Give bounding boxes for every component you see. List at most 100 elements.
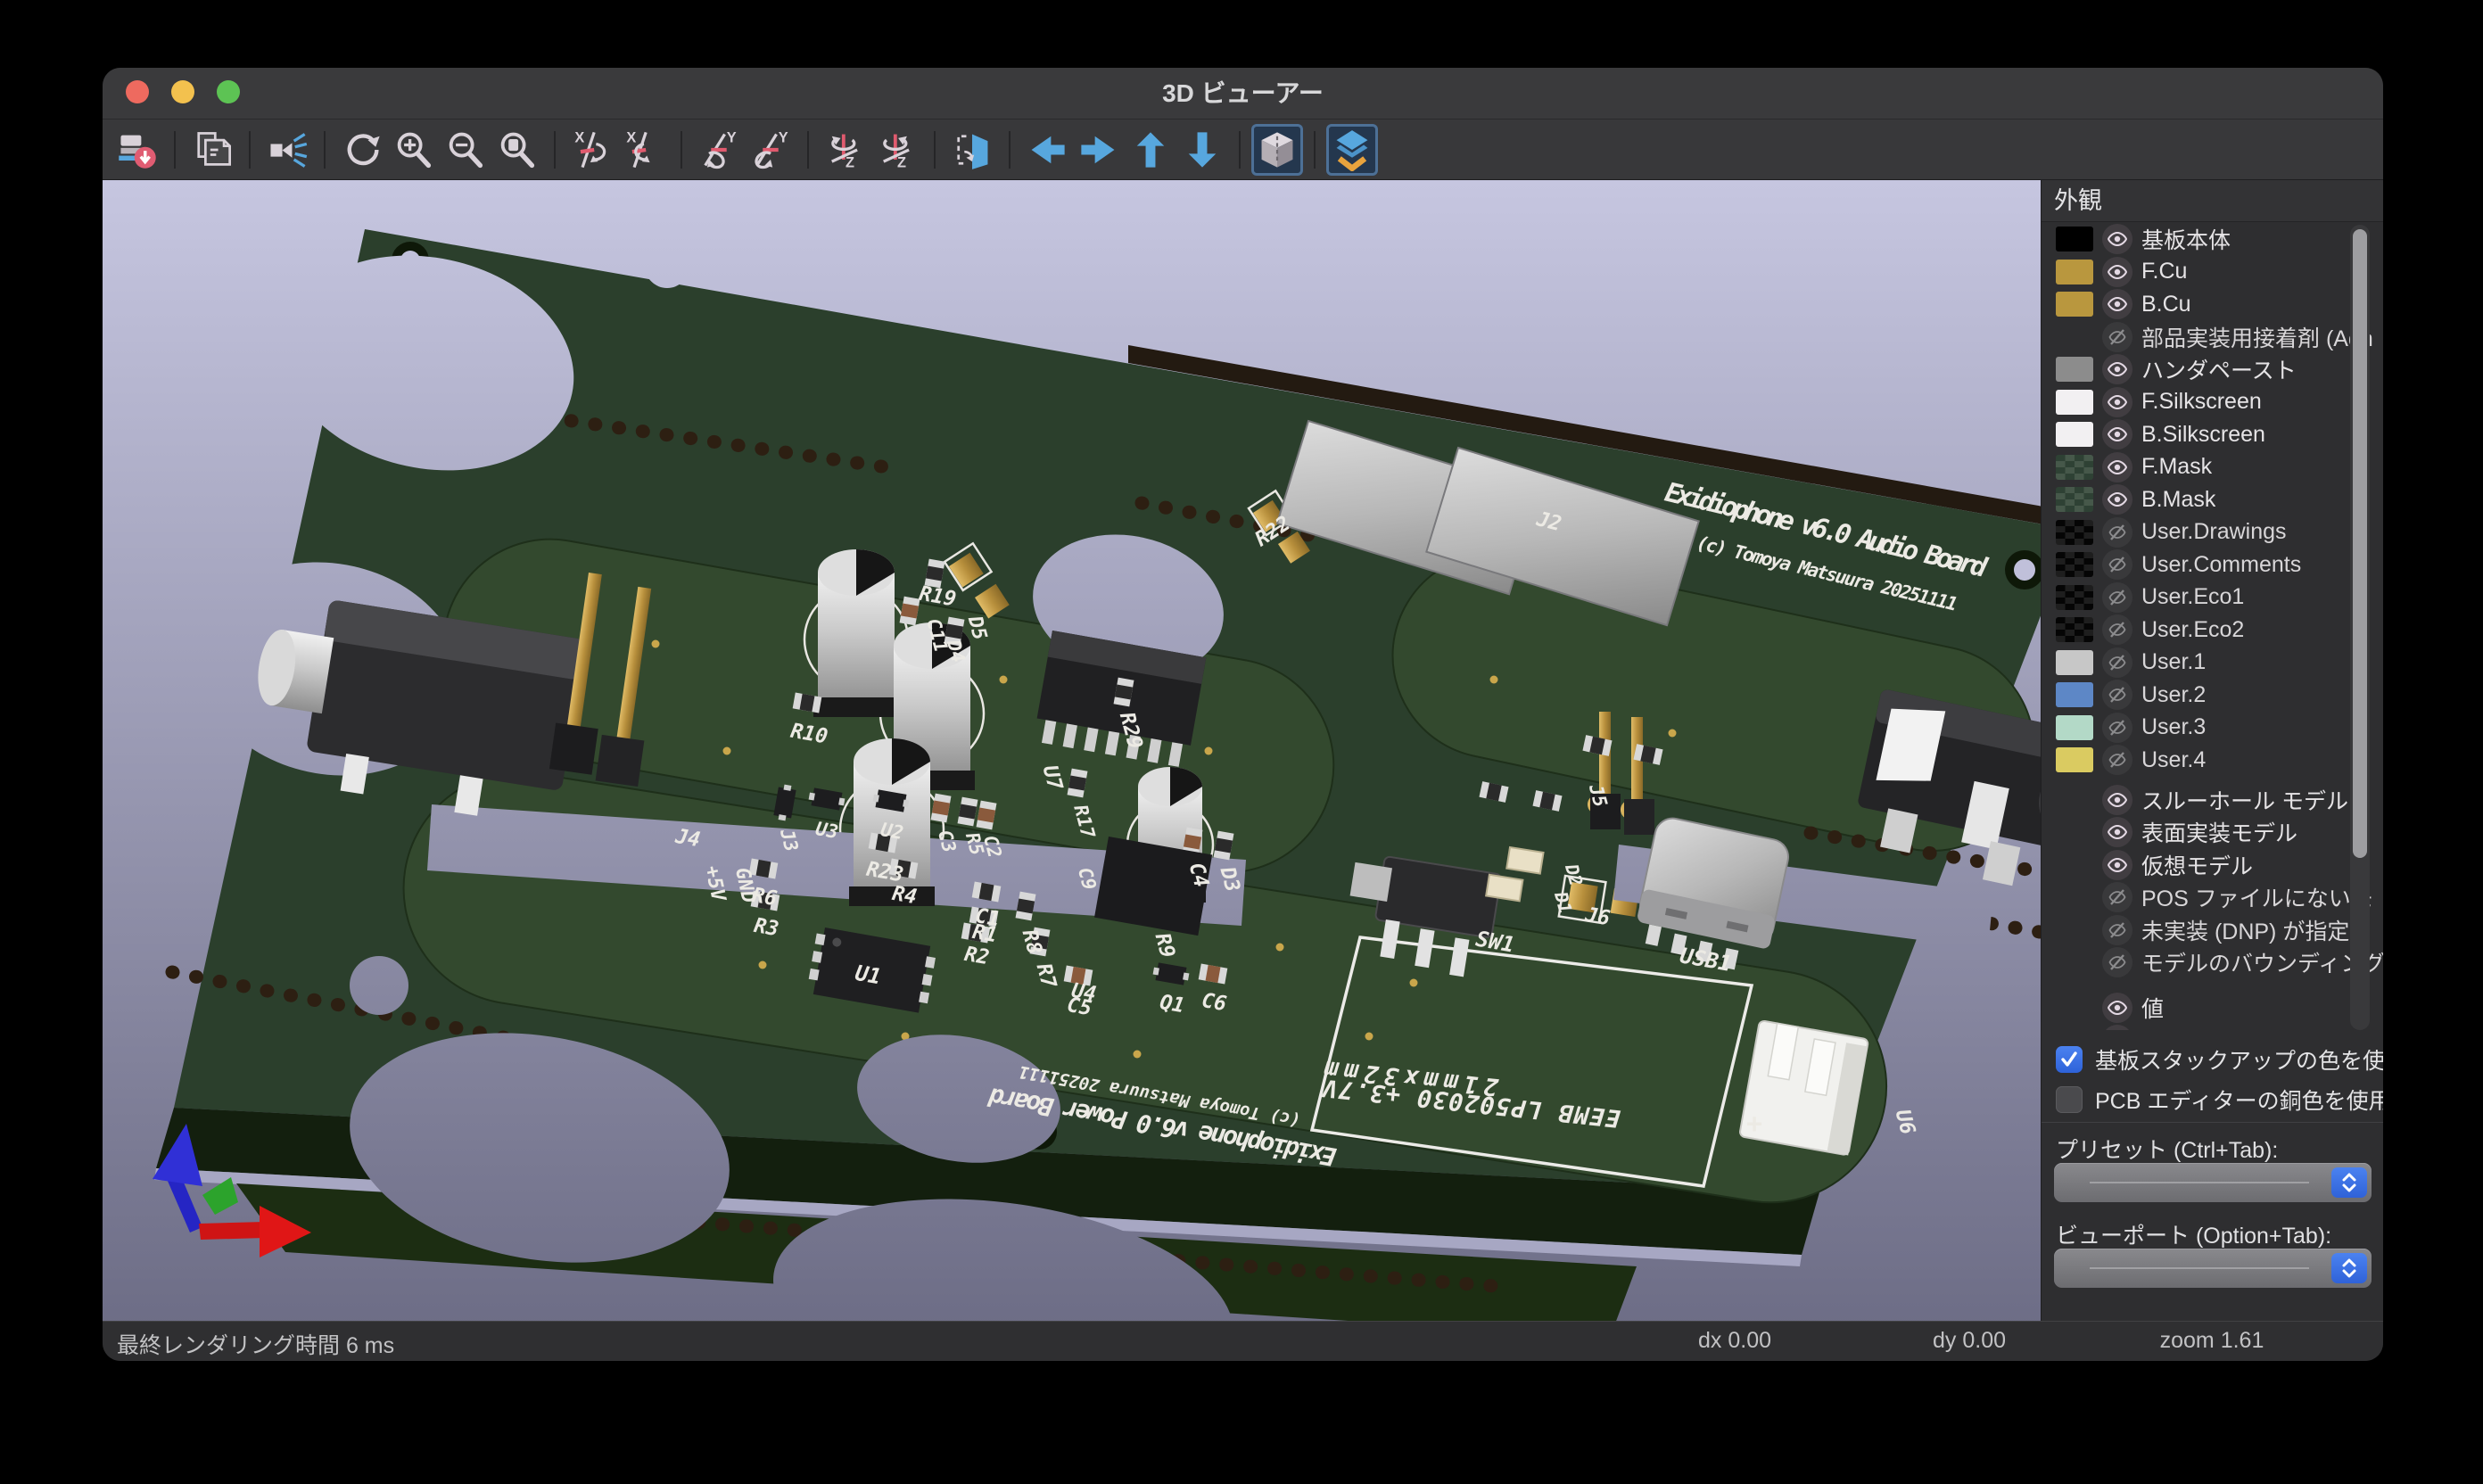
visibility-eye-icon[interactable] <box>2102 452 2132 482</box>
visibility-eye-icon[interactable] <box>2102 354 2132 384</box>
visibility-eye-off-icon[interactable] <box>2102 713 2132 743</box>
rotate-x-cw-button[interactable]: X <box>618 124 670 176</box>
title-bar: 3D ビューアー <box>103 68 2383 120</box>
layer-color-swatch[interactable] <box>2056 292 2093 317</box>
visibility-eye-off-icon[interactable] <box>2102 322 2132 352</box>
preset-select[interactable] <box>2054 1163 2372 1202</box>
silkscreen-text: R3 <box>752 914 780 941</box>
layer-color-swatch[interactable] <box>2056 422 2093 447</box>
rotate-z-ccw-button[interactable]: Z <box>820 124 871 176</box>
layer-row: F.Mask <box>2042 451 2383 484</box>
visibility-eye-icon[interactable] <box>2102 289 2132 319</box>
visibility-eye-icon[interactable] <box>2102 387 2132 417</box>
visibility-eye-off-icon[interactable] <box>2102 517 2132 548</box>
via <box>1000 676 1008 684</box>
raytracing-render-button[interactable] <box>261 124 313 176</box>
layer-label: User.Drawings <box>2141 519 2287 545</box>
layer-color-swatch[interactable] <box>2056 715 2093 740</box>
layer-label: 部品実装用接着剤 (Adh <box>2141 321 2373 353</box>
dy-status: dy 0.00 <box>1933 1328 2006 1354</box>
viewport-select-stepper-icon[interactable] <box>2331 1253 2367 1283</box>
toolbar-separator <box>934 131 936 169</box>
via <box>723 747 731 755</box>
visibility-eye-icon[interactable] <box>2102 224 2132 254</box>
zoom-in-button[interactable] <box>388 124 440 176</box>
visibility-eye-icon[interactable] <box>2102 850 2132 880</box>
visibility-eye-icon[interactable] <box>2102 993 2132 1023</box>
layer-color-swatch[interactable] <box>2056 650 2093 675</box>
use-pcb-editor-copper-row: PCB エディターの銅色を使用 <box>2056 1084 2383 1116</box>
use-pcb-editor-copper-colors-checkbox[interactable] <box>2056 1086 2083 1113</box>
zoom-to-fit-button[interactable] <box>491 124 543 176</box>
appearance-manager-toggle[interactable] <box>1326 124 1378 176</box>
copy-image-button[interactable] <box>186 124 238 176</box>
visibility-eye-off-icon[interactable] <box>2102 582 2132 613</box>
pan-left-button[interactable] <box>1021 124 1073 176</box>
silkscreen-text: R2 <box>962 943 991 969</box>
layer-color-swatch[interactable] <box>2056 260 2093 284</box>
visibility-eye-off-icon[interactable] <box>2102 549 2132 580</box>
model-option-label: 表面実装モデル <box>2141 816 2297 848</box>
layer-color-swatch[interactable] <box>2056 487 2093 512</box>
layer-color-swatch <box>2056 1027 2093 1030</box>
layer-color-swatch[interactable] <box>2056 552 2093 577</box>
layer-color-swatch[interactable] <box>2056 227 2093 251</box>
layer-color-swatch <box>2056 787 2093 812</box>
rotate-y-ccw-button[interactable]: Y <box>693 124 745 176</box>
layer-row: User.Comments <box>2042 548 2383 581</box>
status-bar: 最終レンダリング時間 6 ms dx 0.00 dy 0.00 zoom 1.6… <box>103 1321 2383 1361</box>
panel-scrollbar-thumb[interactable] <box>2353 229 2367 858</box>
visibility-eye-icon[interactable] <box>2102 785 2132 815</box>
annotation-option-row: 値 <box>2042 992 2383 1025</box>
silkscreen-text: U3 <box>814 818 840 843</box>
preset-select-stepper-icon[interactable] <box>2331 1167 2367 1198</box>
3d-viewport[interactable]: Exidiophone v6.0 Audio Board(c) Tomoya M… <box>103 180 2041 1321</box>
layer-color-swatch[interactable] <box>2056 520 2093 545</box>
use-pcb-editor-copper-colors-label: PCB エディターの銅色を使用 <box>2095 1084 2383 1116</box>
layer-row: B.Mask <box>2042 483 2383 516</box>
svg-text:Z: Z <box>846 154 854 170</box>
visibility-eye-off-icon[interactable] <box>2102 915 2132 945</box>
visibility-eye-off-icon[interactable] <box>2102 947 2132 977</box>
layer-row: B.Cu <box>2042 288 2383 321</box>
visibility-eye-icon[interactable] <box>2102 484 2132 515</box>
reload-board-button[interactable] <box>111 124 163 176</box>
rotate-x-ccw-button[interactable]: X <box>566 124 618 176</box>
flip-board-button[interactable] <box>946 124 998 176</box>
zoom-out-button[interactable] <box>440 124 491 176</box>
pan-up-button[interactable] <box>1125 124 1176 176</box>
pan-down-button[interactable] <box>1176 124 1228 176</box>
layer-color-swatch[interactable] <box>2056 390 2093 415</box>
layer-color-swatch[interactable] <box>2056 585 2093 610</box>
rotate-y-cw-button[interactable]: Y <box>745 124 796 176</box>
dx-status: dx 0.00 <box>1698 1328 1771 1354</box>
toolbar-separator <box>554 131 556 169</box>
panel-scrollbar[interactable] <box>2350 225 2370 1030</box>
layer-row: User.2 <box>2042 679 2383 712</box>
layer-label: ハンダペースト <box>2141 353 2297 385</box>
visibility-eye-off-icon[interactable] <box>2102 647 2132 678</box>
rotate-z-cw-button[interactable]: Z <box>871 124 923 176</box>
viewport-select[interactable] <box>2054 1249 2372 1288</box>
toolbar-separator <box>174 131 176 169</box>
visibility-eye-off-icon[interactable] <box>2102 745 2132 775</box>
visibility-eye-off-icon[interactable] <box>2102 882 2132 912</box>
toolbar-separator <box>1009 131 1011 169</box>
layer-color-swatch <box>2056 885 2093 910</box>
layer-color-swatch[interactable] <box>2056 682 2093 707</box>
layer-color-swatch[interactable] <box>2056 357 2093 382</box>
use-board-stackup-colors-checkbox[interactable] <box>2056 1046 2083 1073</box>
visibility-eye-icon[interactable] <box>2102 419 2132 449</box>
layer-color-swatch[interactable] <box>2056 747 2093 772</box>
visibility-eye-off-icon[interactable] <box>2102 680 2132 710</box>
via <box>1134 1051 1142 1059</box>
layer-color-swatch[interactable] <box>2056 617 2093 642</box>
visibility-eye-icon[interactable] <box>2102 817 2132 847</box>
orthographic-projection-toggle[interactable] <box>1251 124 1303 176</box>
layer-color-swatch[interactable] <box>2056 455 2093 480</box>
visibility-eye-icon[interactable] <box>2102 1025 2132 1030</box>
visibility-eye-off-icon[interactable] <box>2102 614 2132 645</box>
visibility-eye-icon[interactable] <box>2102 257 2132 287</box>
refresh-view-button[interactable] <box>336 124 388 176</box>
pan-right-button[interactable] <box>1073 124 1125 176</box>
